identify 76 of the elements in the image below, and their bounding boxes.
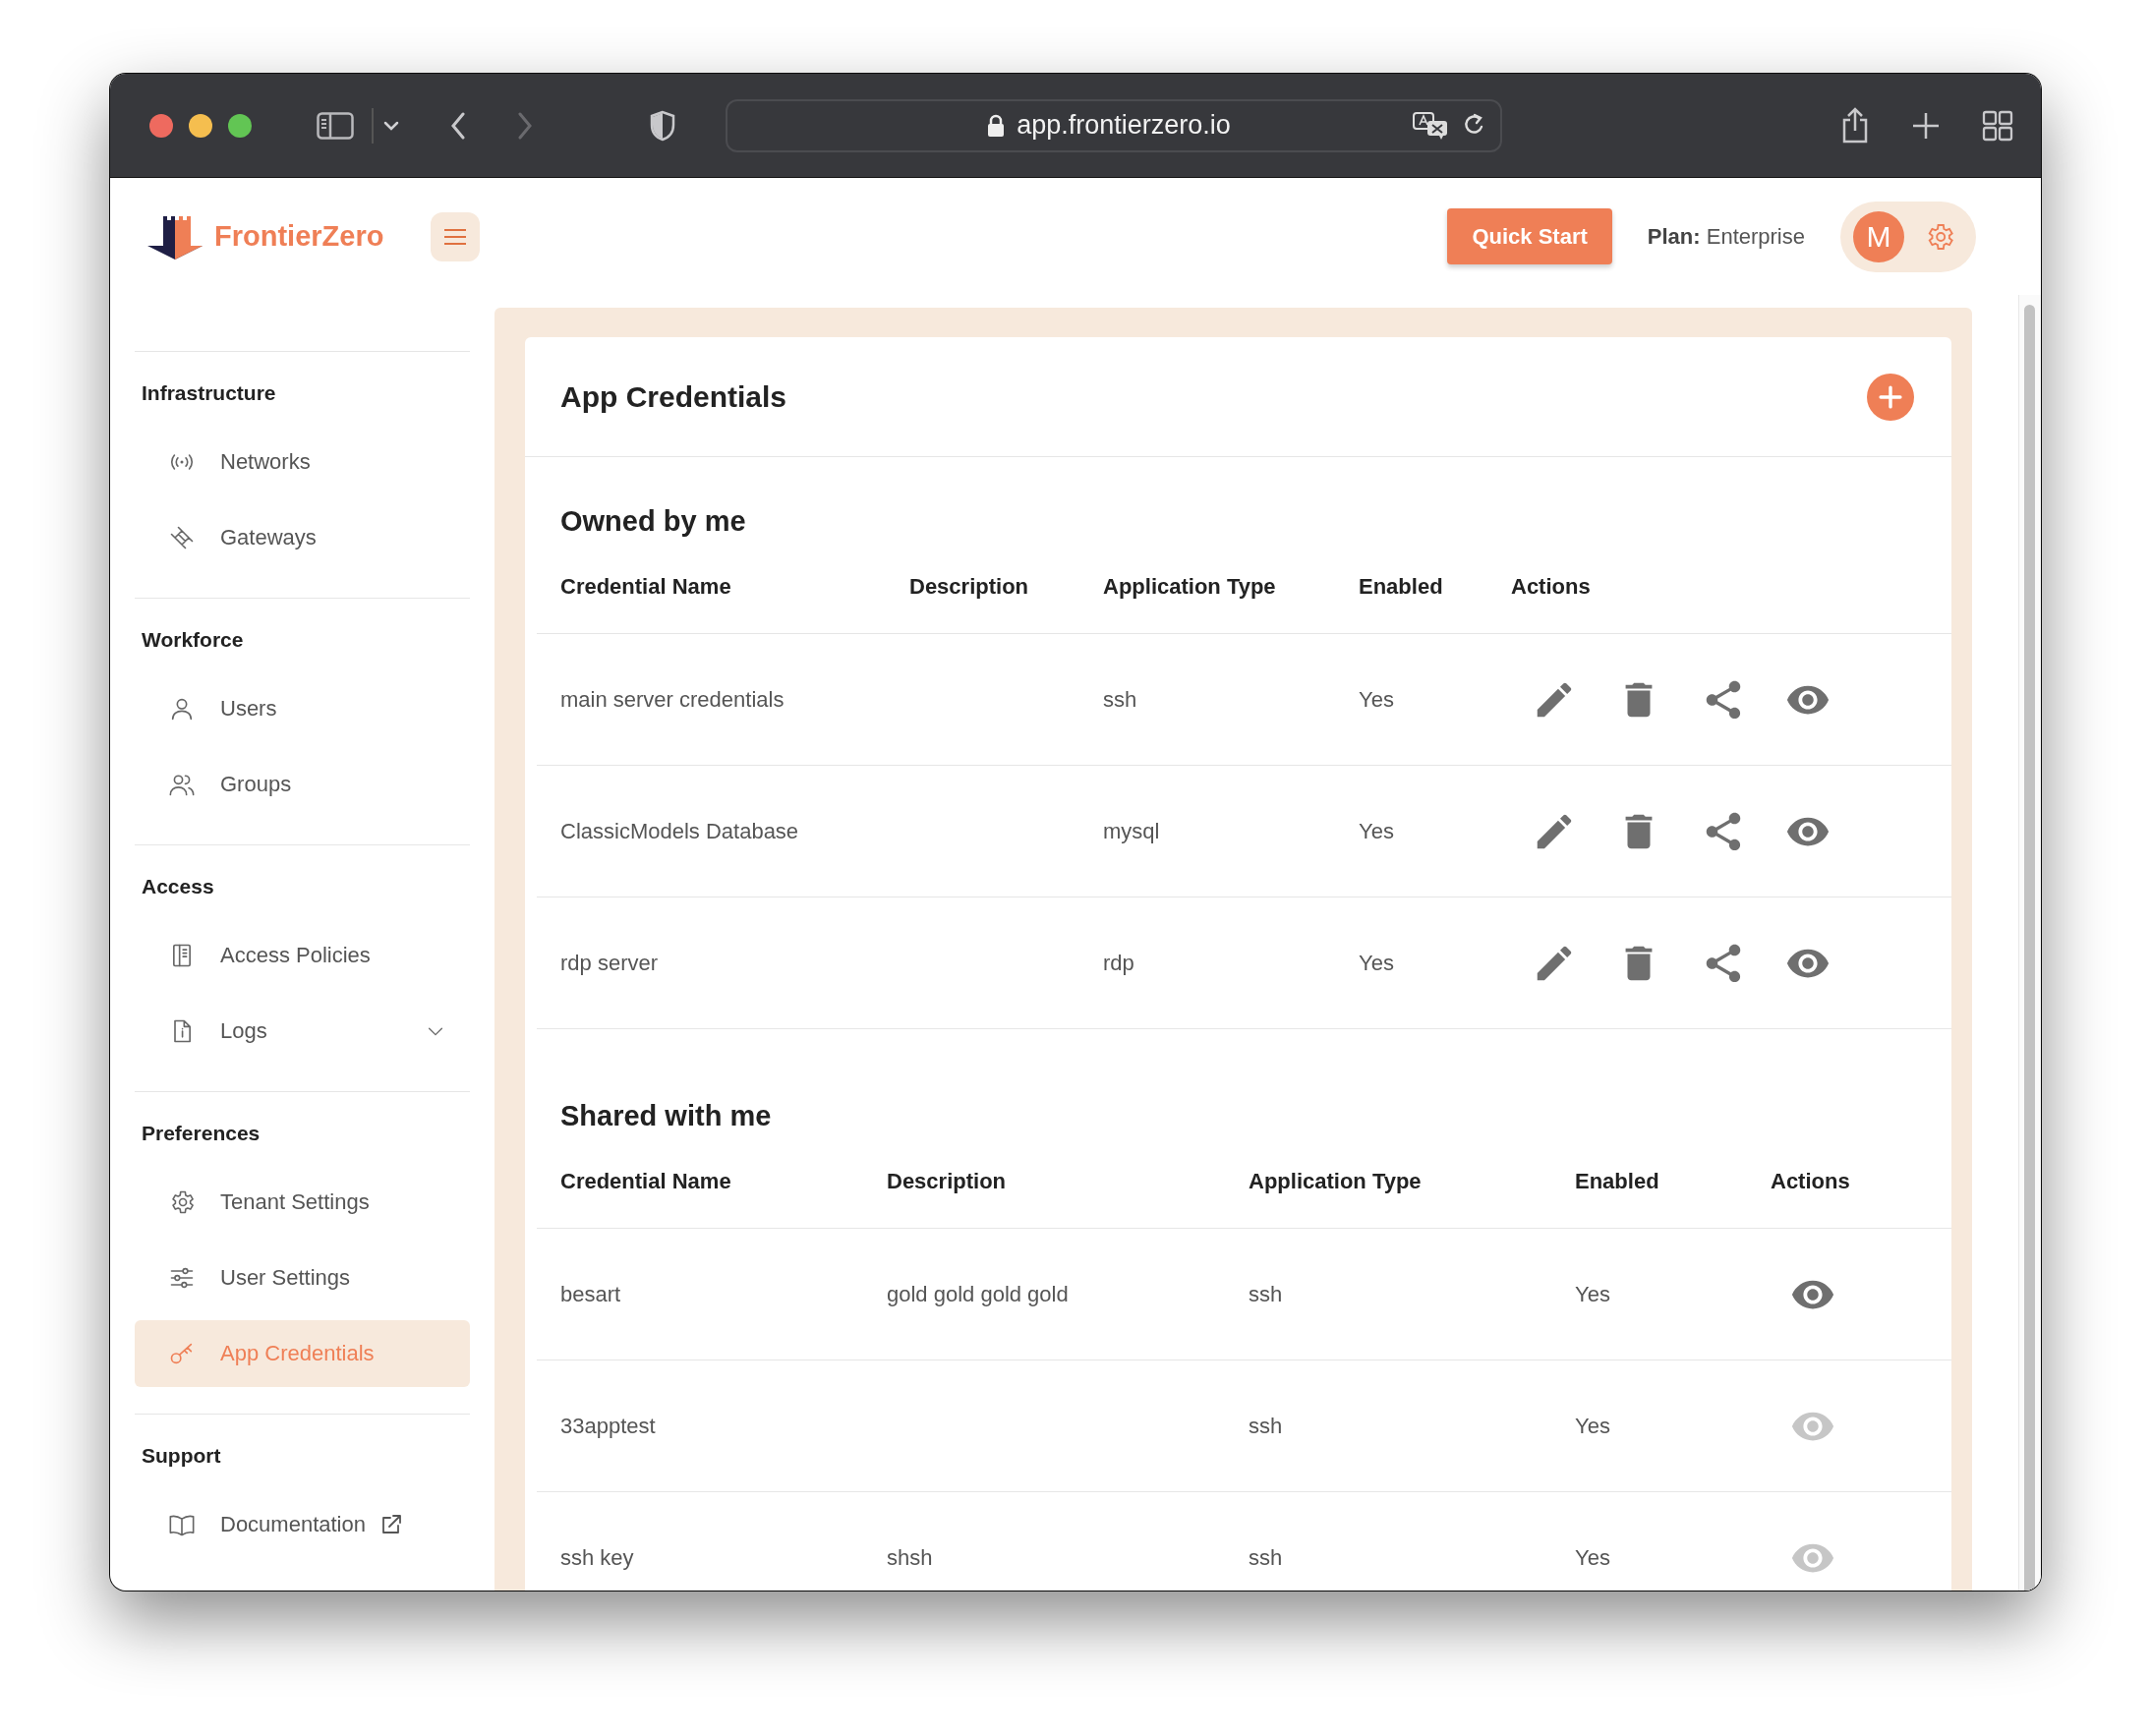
nav-label: Users [220, 696, 277, 722]
nav-label: Documentation [220, 1512, 366, 1537]
card-title: App Credentials [560, 379, 787, 414]
nav-label: User Settings [220, 1265, 351, 1291]
scrollbar[interactable] [2018, 295, 2041, 1591]
section-heading: Preferences [141, 1121, 262, 1146]
section-heading: Support [141, 1443, 222, 1469]
table-cell-text: besart [560, 1281, 622, 1307]
table-cell-text: 33apptest [560, 1413, 657, 1439]
column-header: Actions [1511, 574, 1592, 600]
nav-item[interactable]: Groups [135, 751, 470, 818]
minimize-button[interactable] [189, 113, 212, 138]
table-cell-text: Yes [1575, 1544, 1611, 1571]
column-header: Credential Name [560, 574, 732, 600]
section-heading: Shared with me [559, 1099, 773, 1133]
table-cell-text: Yes [1575, 1413, 1611, 1439]
nav-item[interactable]: Documentation [135, 1491, 470, 1558]
table-cell-text: mysql [1103, 818, 1161, 844]
section-heading: Access [141, 874, 215, 899]
table-cell-text: Yes [1359, 686, 1395, 713]
nav-label: Access Policies [220, 943, 371, 968]
table-cell-text: shsh [887, 1544, 934, 1571]
column-header: Application Type [1249, 1169, 1423, 1194]
section-heading: Workforce [141, 627, 245, 653]
plan-text: Plan: Enterprise [1647, 223, 1805, 250]
table-cell-text: ssh [1249, 1281, 1284, 1307]
nav-item[interactable]: Networks [135, 429, 470, 495]
table-cell-text: ssh [1249, 1413, 1284, 1439]
tab-overview-icon[interactable] [1982, 109, 2013, 142]
chevron-down-icon[interactable] [383, 120, 399, 131]
table-cell-text: ssh [1103, 686, 1138, 713]
column-header: Enabled [1359, 574, 1444, 600]
nav-item[interactable]: Users [135, 675, 470, 742]
nav-item[interactable]: Gateways [135, 504, 470, 571]
nav-item[interactable]: Access Policies [135, 922, 470, 989]
add-button[interactable] [1867, 373, 1914, 421]
nav-item[interactable]: User Settings [135, 1244, 470, 1311]
nav-item[interactable]: Logs [135, 998, 470, 1065]
column-header: Application Type [1103, 574, 1277, 600]
nav-label: Gateways [220, 525, 317, 550]
table-cell-text: gold gold gold gold [887, 1281, 1070, 1307]
table-cell-text: ClassicModels Database [560, 818, 800, 844]
table-cell-text: Yes [1359, 950, 1395, 976]
table-cell-text: rdp [1103, 950, 1135, 976]
share-icon[interactable] [1840, 106, 1870, 145]
nav-label: Tenant Settings [220, 1189, 370, 1215]
menu-icon [443, 227, 468, 246]
lock-icon [987, 113, 1006, 138]
table-cell-text: Yes [1575, 1281, 1611, 1307]
nav-label: Networks [220, 449, 311, 475]
close-button[interactable] [149, 113, 173, 138]
column-header: Credential Name [560, 1169, 732, 1194]
table-cell-text: ssh [1249, 1544, 1284, 1571]
nav-label: Logs [220, 1018, 267, 1044]
column-header: Enabled [1575, 1169, 1660, 1194]
url-text: app.frontierzero.io [1017, 110, 1231, 141]
menu-button[interactable] [431, 211, 481, 261]
scrollbar-thumb[interactable] [2024, 305, 2035, 1591]
table-cell-text: main server credentials [560, 686, 785, 713]
nav-item[interactable]: Tenant Settings [135, 1169, 470, 1236]
sidebar-icon[interactable] [317, 111, 354, 140]
maximize-button[interactable] [228, 113, 252, 138]
section-heading: Infrastructure [141, 380, 277, 406]
back-icon[interactable] [450, 111, 466, 140]
column-header: Description [887, 1169, 1008, 1194]
table-cell-text: ssh key [560, 1544, 635, 1571]
address-bar[interactable]: app.frontierzero.io [726, 98, 1502, 152]
nav-label: Groups [220, 772, 292, 797]
new-tab-icon[interactable] [1911, 110, 1941, 141]
table-cell-text: Yes [1359, 818, 1395, 844]
column-header: Description [909, 574, 1030, 600]
table-cell-text: rdp server [560, 950, 660, 976]
column-header: Actions [1771, 1169, 1851, 1194]
shield-icon[interactable] [649, 109, 676, 142]
nav-label: App Credentials [220, 1341, 375, 1366]
section-heading: Owned by me [559, 504, 747, 539]
